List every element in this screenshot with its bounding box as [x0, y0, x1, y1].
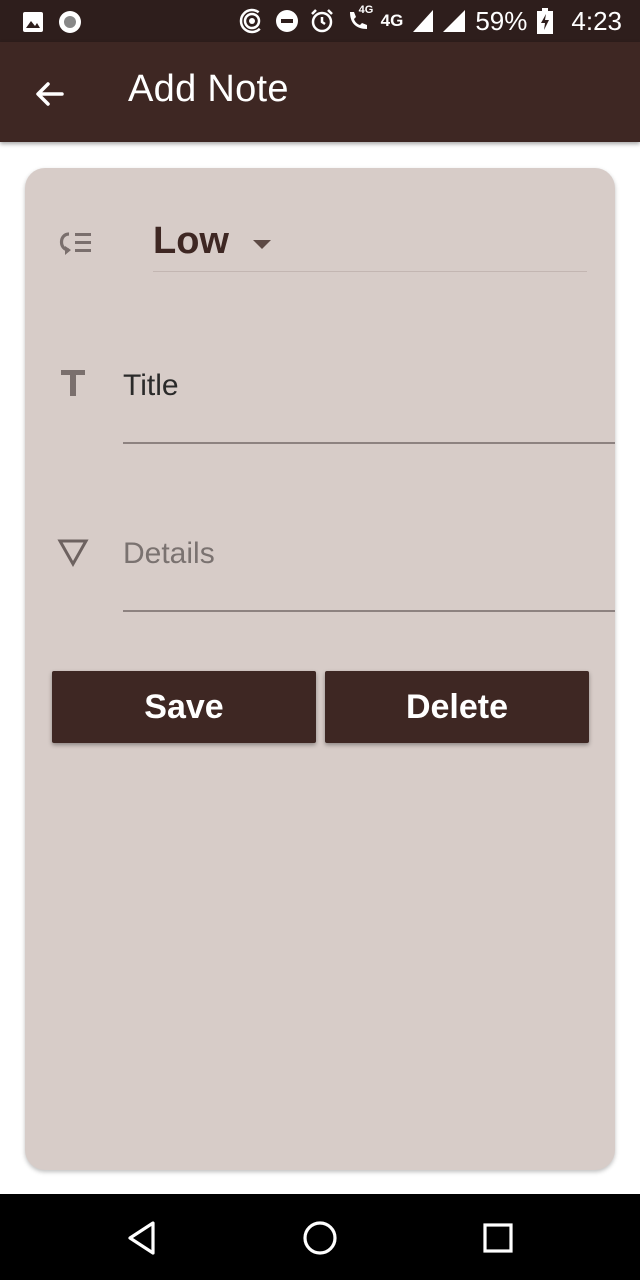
- clock-time: 4:23: [571, 5, 622, 36]
- nav-home-button[interactable]: [298, 1216, 342, 1260]
- do-not-disturb-icon: [275, 10, 298, 32]
- status-left-icons: [22, 10, 82, 34]
- signal-icon-2: [443, 10, 466, 32]
- title-input[interactable]: [123, 366, 603, 406]
- nav-recents-icon: [483, 1223, 513, 1253]
- volte-call-icon: 4G: [345, 4, 373, 34]
- nav-back-button[interactable]: [120, 1216, 164, 1260]
- nav-back-icon: [128, 1221, 155, 1255]
- priority-selected-value: Low: [153, 220, 229, 262]
- nav-recents-button[interactable]: [476, 1216, 520, 1260]
- text-title-icon: [61, 370, 85, 396]
- screen: 4G 4G 59% 4:23 Add Note Low Title Detail…: [0, 0, 640, 1280]
- status-bar: 4G 4G 59% 4:23: [0, 0, 640, 42]
- arrow-left-icon: [36, 82, 64, 106]
- signal-icon: [413, 10, 434, 32]
- page-title: Add Note: [128, 68, 289, 110]
- system-nav-bar: [0, 1194, 640, 1280]
- nav-home-icon: [303, 1221, 337, 1255]
- details-field[interactable]: [123, 516, 615, 612]
- triangle-down-icon: [57, 539, 89, 568]
- network-type-label: 4G: [380, 11, 404, 30]
- priority-list-icon: [59, 232, 91, 255]
- hotspot-icon: [239, 8, 264, 34]
- save-button[interactable]: Save: [52, 671, 316, 743]
- battery-charging-icon: [537, 8, 554, 34]
- app-bar: Add Note: [0, 42, 640, 142]
- note-form-card: Low Save Delete: [25, 168, 615, 1170]
- image-icon: [23, 12, 43, 32]
- priority-dropdown[interactable]: Low: [153, 214, 587, 272]
- details-input[interactable]: [123, 534, 603, 574]
- delete-button[interactable]: Delete: [325, 671, 589, 743]
- back-button[interactable]: [26, 70, 74, 118]
- alarm-icon: [310, 9, 333, 33]
- battery-percent: 59%: [475, 5, 528, 36]
- record-icon: [59, 11, 81, 33]
- chevron-down-icon: [253, 240, 271, 249]
- volte-label: 4G: [358, 4, 374, 16]
- status-right-icons: 4G 4G 59% 4:23: [239, 4, 622, 36]
- title-field[interactable]: [123, 348, 615, 444]
